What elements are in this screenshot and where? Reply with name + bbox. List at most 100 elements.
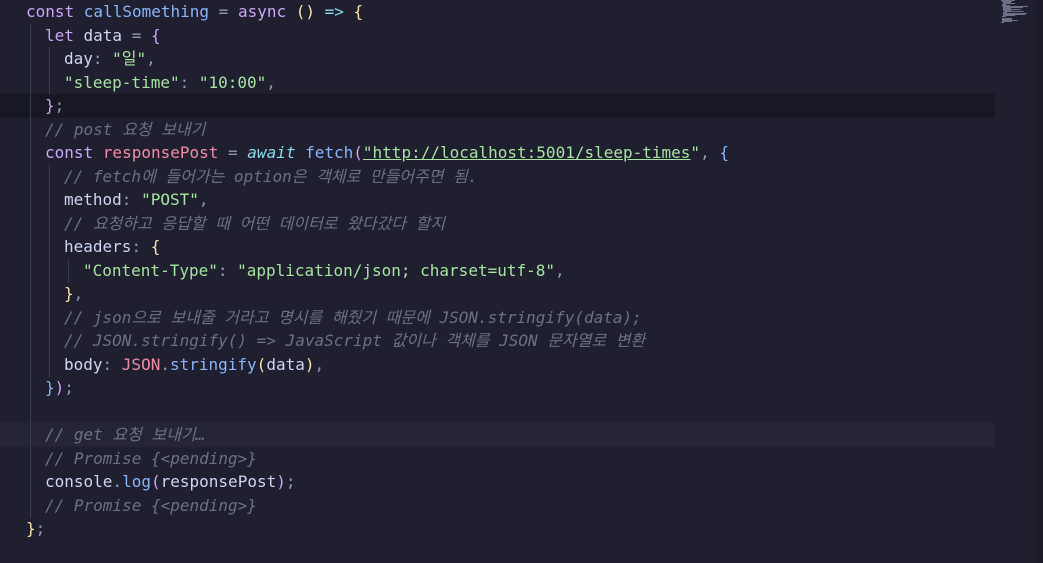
indent-guide: [49, 211, 50, 236]
code-text: const callSomething = async () => {: [26, 0, 363, 24]
token: JSON: [121, 354, 161, 374]
token: stringify: [169, 354, 257, 374]
token: // get 요청 보내기…: [45, 425, 206, 444]
token: log: [122, 472, 151, 491]
token: // json으로 보내줄 거라고 명시를 해줬기 때문에 JSON.strin…: [64, 307, 642, 327]
token: ,: [198, 190, 209, 209]
code-line[interactable]: body: JSON.stringify(data),: [0, 352, 995, 377]
token: =: [131, 25, 151, 45]
code-line[interactable]: [0, 399, 995, 424]
minimap[interactable]: [1000, 0, 1030, 24]
indent-guide: [49, 305, 50, 330]
code-line[interactable]: };: [0, 517, 995, 541]
code-line[interactable]: console.log(responsePost);: [0, 470, 995, 494]
code-text: // JSON.stringify() => JavaScript 값이나 객체…: [64, 329, 645, 353]
token: // JSON.stringify() => JavaScript 값이나 객체…: [64, 331, 646, 350]
token: ;: [35, 519, 46, 538]
code-line[interactable]: // JSON.stringify() => JavaScript 값이나 객체…: [0, 329, 995, 353]
token: async: [237, 2, 296, 21]
minimap-line: [1002, 16, 1006, 17]
token: }: [45, 378, 55, 397]
token: // Promise {<pending>}: [45, 495, 257, 515]
code-line[interactable]: const callSomething = async () => {: [0, 0, 995, 24]
code-text: };: [26, 517, 45, 541]
code-editor[interactable]: const callSomething = async () => {let d…: [0, 0, 1043, 563]
code-text: headers: {: [64, 235, 160, 259]
minimap-line: [1004, 11, 1024, 12]
token: body: [64, 354, 103, 374]
code-line[interactable]: // fetch에 들어가는 option은 객체로 만들어주면 됨.: [0, 164, 995, 189]
code-line[interactable]: });: [0, 376, 995, 400]
token: responsePost: [102, 143, 229, 162]
token: (: [353, 143, 363, 162]
token: "일": [112, 49, 147, 68]
code-line[interactable]: method: "POST",: [0, 188, 995, 212]
code-line[interactable]: const responsePost = await fetch("http:/…: [0, 141, 995, 165]
indent-guide: [30, 376, 31, 400]
token: {: [353, 2, 364, 21]
vertical-scrollbar[interactable]: [1036, 0, 1043, 563]
indent-guide: [30, 446, 31, 471]
code-text: const responsePost = await fetch("http:/…: [45, 141, 729, 165]
token: method: [64, 190, 122, 209]
code-text: // Promise {<pending>}: [45, 494, 257, 518]
code-line[interactable]: // Promise {<pending>}: [0, 446, 995, 471]
token: {: [719, 143, 729, 162]
token: =: [209, 2, 238, 21]
indent-guide: [30, 23, 31, 48]
code-line[interactable]: // Promise {<pending>}: [0, 493, 995, 518]
indent-guide: [30, 470, 31, 494]
token: ): [276, 472, 286, 491]
code-text: // Promise {<pending>}: [45, 447, 257, 471]
indent-guide: [49, 258, 50, 283]
indent-guide: [30, 493, 31, 518]
indent-guide: [30, 164, 31, 189]
code-line[interactable]: // json으로 보내줄 거라고 명시를 해줬기 때문에 JSON.strin…: [0, 305, 995, 330]
token: "http://localhost:5001/sleep-times: [362, 143, 691, 162]
indent-guide: [49, 352, 50, 377]
code-text: });: [45, 376, 74, 400]
token: :: [121, 190, 142, 209]
token: "10:00": [198, 72, 267, 92]
code-line[interactable]: },: [0, 282, 995, 306]
code-text: // fetch에 들어가는 option은 객체로 만들어주면 됨.: [64, 165, 477, 189]
code-line[interactable]: };: [0, 94, 995, 118]
token: const: [45, 143, 103, 162]
token: ,: [266, 72, 276, 92]
indent-guide: [30, 258, 31, 283]
token: let: [45, 25, 84, 45]
token: ,: [555, 260, 565, 280]
token: ;: [64, 378, 74, 397]
code-text: };: [45, 94, 64, 118]
token: day: [64, 49, 93, 68]
token: (: [150, 472, 161, 491]
token: }: [26, 519, 36, 538]
token: =>: [324, 2, 354, 21]
minimap-line: [1001, 22, 1004, 23]
token: ,: [700, 143, 720, 162]
token: ": [690, 143, 701, 162]
token: "Content-Type": [83, 260, 218, 280]
code-line[interactable]: // 요청하고 응답할 때 어떤 데이터로 왔다갔다 할지: [0, 211, 995, 236]
code-line[interactable]: let data = {: [0, 23, 995, 48]
code-text: // get 요청 보내기…: [45, 423, 205, 447]
token: ,: [314, 354, 325, 374]
token: }: [64, 284, 74, 303]
token: (: [256, 354, 267, 374]
token: ): [54, 378, 65, 397]
code-line[interactable]: headers: {: [0, 235, 995, 259]
token: // Promise {<pending>}: [45, 448, 257, 468]
indent-guide: [30, 352, 31, 377]
code-line[interactable]: // post 요청 보내기: [0, 117, 995, 142]
token: callSomething: [83, 2, 210, 21]
token: (): [295, 2, 325, 21]
code-line[interactable]: // get 요청 보내기…: [0, 423, 995, 447]
token: "POST": [141, 190, 199, 209]
code-line[interactable]: day: "일",: [0, 47, 995, 71]
indent-guide: [30, 70, 31, 95]
token: .: [160, 354, 170, 374]
code-line[interactable]: "sleep-time": "10:00",: [0, 70, 995, 95]
code-line[interactable]: "Content-Type": "application/json; chars…: [0, 258, 995, 283]
code-text: // 요청하고 응답할 때 어떤 데이터로 왔다갔다 할지: [64, 212, 445, 236]
token: ;: [285, 472, 296, 491]
